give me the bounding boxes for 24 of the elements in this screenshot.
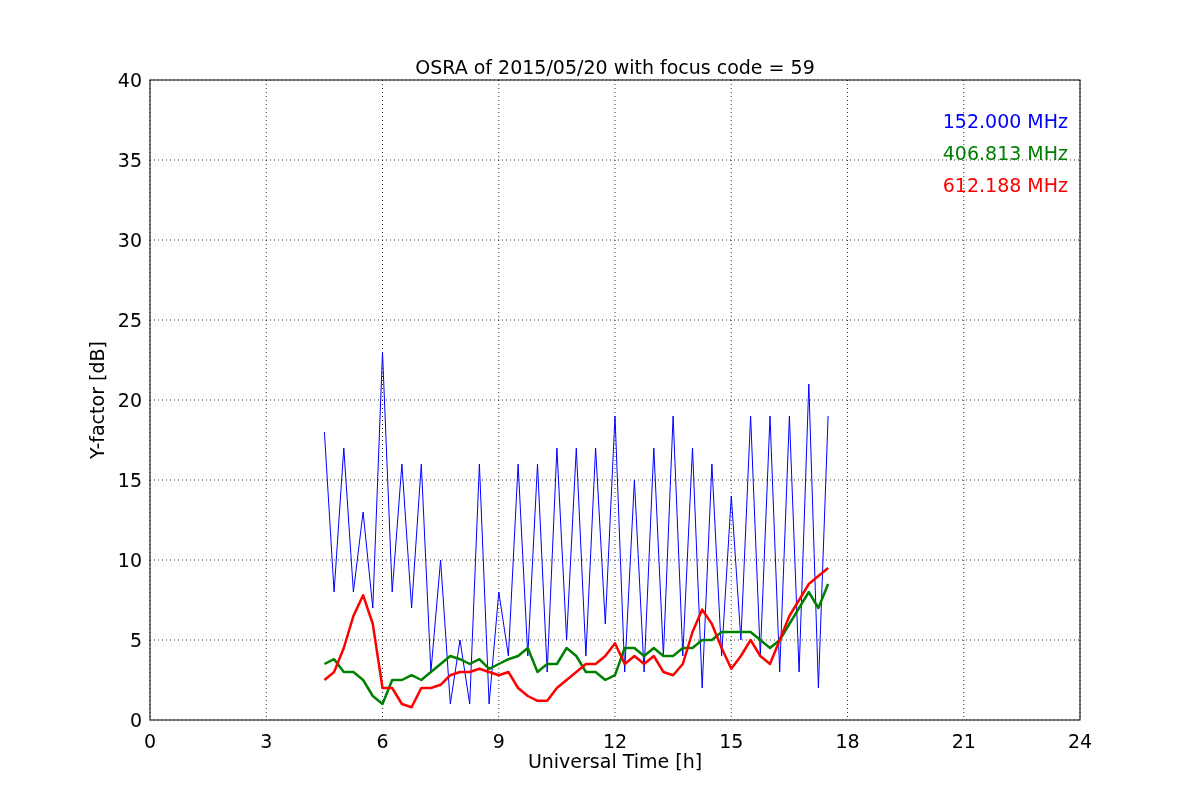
legend-label: 612.188 MHz [942,174,1068,196]
x-tick-label: 6 [376,730,389,752]
y-tick-label: 25 [117,309,142,331]
x-tick-label: 3 [260,730,273,752]
x-tick-label: 12 [602,730,628,752]
y-tick-label: 0 [129,709,142,731]
y-tick-label: 40 [117,69,142,91]
x-tick-label: 18 [835,730,860,752]
x-tick-label: 9 [492,730,505,752]
x-tick-label: 15 [719,730,744,752]
x-axis-label: Universal Time [h] [527,750,703,772]
y-tick-label: 10 [117,549,142,571]
y-tick-label: 35 [117,149,142,171]
chart-title: OSRA of 2015/05/20 with focus code = 59 [415,56,815,78]
y-tick-label: 5 [129,629,142,651]
x-tick-label: 0 [143,730,157,752]
x-tick-label: 24 [1067,730,1093,752]
y-tick-label: 30 [117,229,142,251]
legend-label: 406.813 MHz [942,142,1068,164]
y-tick-label: 20 [117,389,142,411]
x-tick-label: 21 [951,730,976,752]
y-tick-label: 15 [117,469,142,491]
y-axis-label: Y-factor [dB] [86,341,108,459]
legend-label: 152.000 MHz [942,110,1068,132]
